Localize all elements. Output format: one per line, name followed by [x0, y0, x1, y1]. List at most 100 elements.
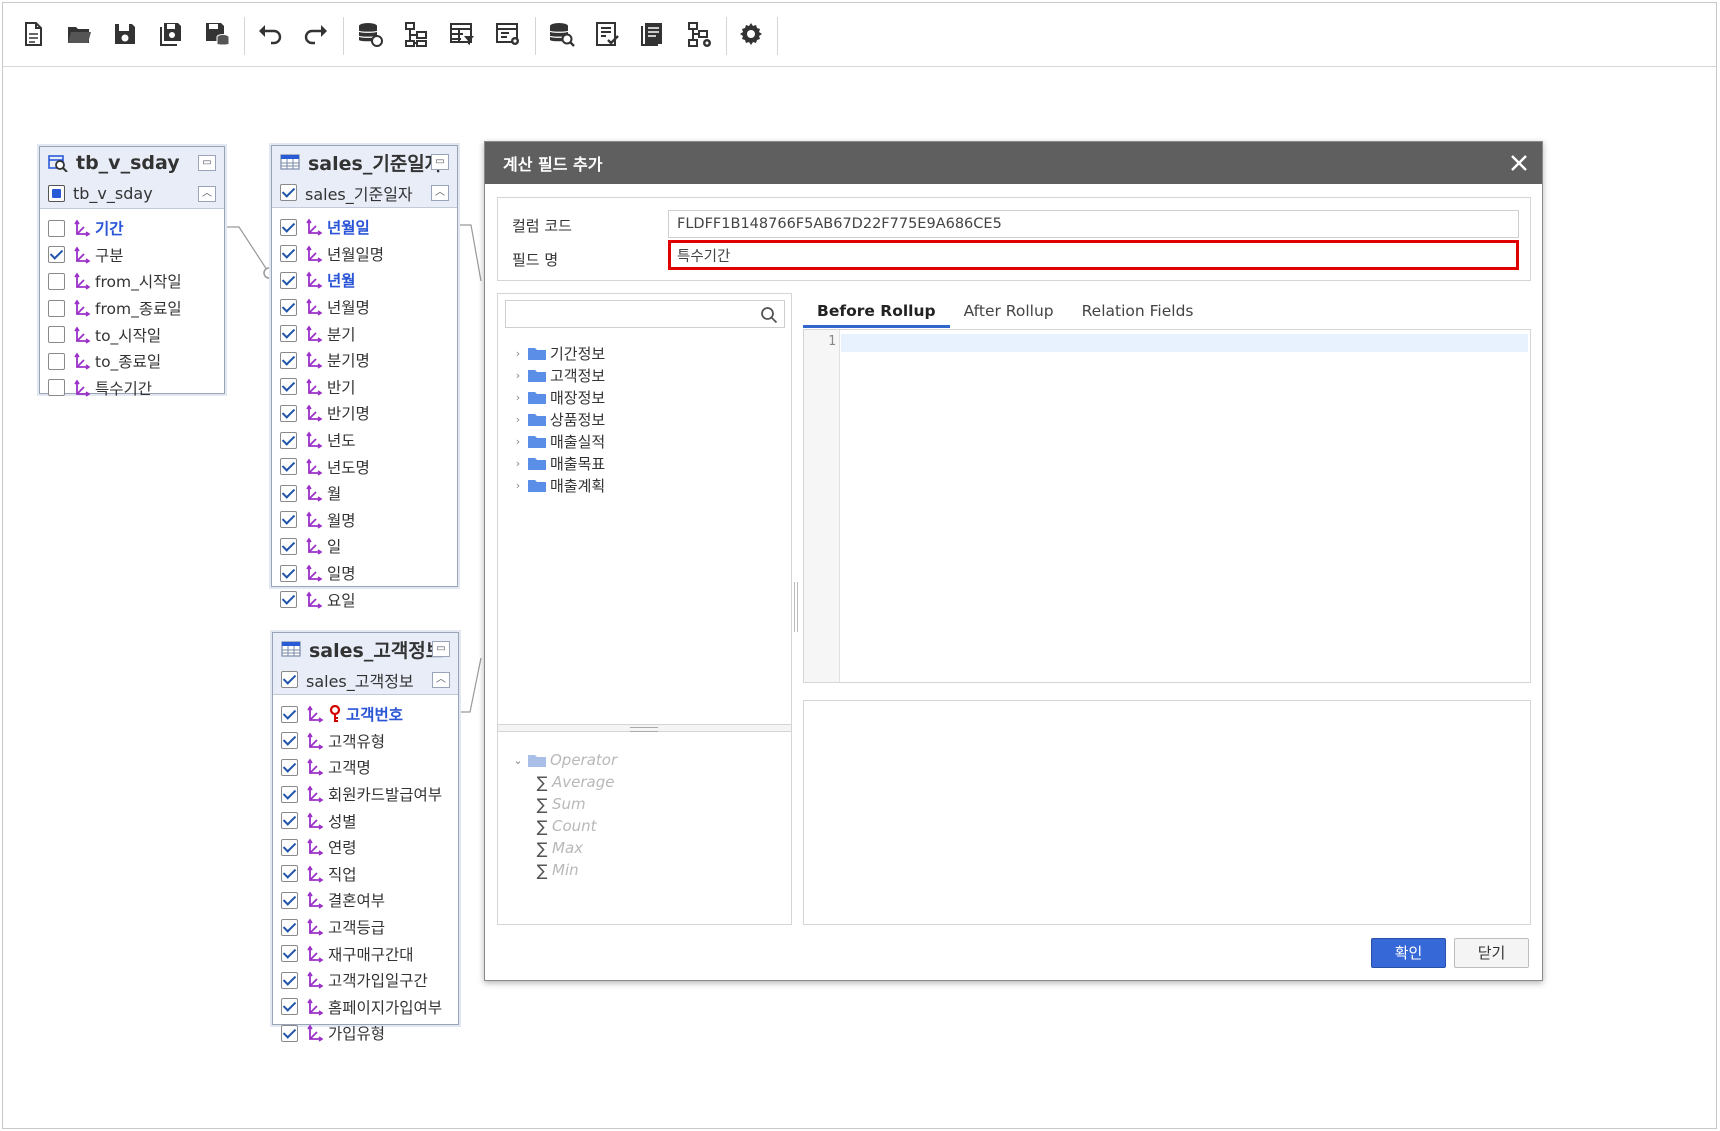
field-checkbox[interactable]	[280, 591, 297, 609]
field-row[interactable]: 일	[272, 533, 457, 560]
field-checkbox[interactable]	[281, 998, 298, 1016]
field-checkbox[interactable]	[280, 378, 297, 396]
field-row[interactable]: from_종료일	[40, 295, 224, 322]
field-row[interactable]: 재구매구간대	[273, 940, 458, 967]
field-row[interactable]: 년도	[272, 427, 457, 454]
field-row[interactable]: 연령	[273, 834, 458, 861]
field-checkbox[interactable]	[280, 298, 297, 316]
field-row[interactable]: to_종료일	[40, 348, 224, 375]
entity-header[interactable]: tb_v_sday ▭	[40, 147, 224, 179]
field-checkbox[interactable]	[48, 379, 65, 397]
operator-item[interactable]: ∑ Min	[512, 859, 617, 881]
field-checkbox[interactable]	[280, 351, 297, 369]
field-row[interactable]: 고객등급	[273, 914, 458, 941]
operator-item[interactable]: ∑ Average	[512, 771, 617, 793]
tab-relation-fields[interactable]: Relation Fields	[1068, 294, 1208, 328]
horizontal-splitter[interactable]	[498, 724, 791, 732]
field-row[interactable]: 년월	[272, 267, 457, 294]
entity-sales-date[interactable]: sales_기준일자 ▭ sales_기준일자 ︿ 년월일 년월일명 년월 년월명 분기…	[271, 145, 458, 610]
tab-after-rollup[interactable]: After Rollup	[950, 294, 1068, 328]
column-code-field[interactable]: FLDFF1B148766F5AB67D22F775E9A686CE5	[668, 210, 1519, 238]
field-row[interactable]: 요일	[272, 586, 457, 613]
tree-node[interactable]: › 매출실적	[512, 430, 605, 452]
field-row[interactable]: 일명	[272, 560, 457, 587]
chevron-down-icon[interactable]: ⌄	[512, 754, 524, 767]
field-row[interactable]: 분기명	[272, 347, 457, 374]
field-checkbox[interactable]	[280, 537, 297, 555]
field-row[interactable]: 결혼여부	[273, 887, 458, 914]
field-row[interactable]: 년월일	[272, 214, 457, 241]
tree-node[interactable]: › 상품정보	[512, 408, 605, 430]
select-all-checkbox[interactable]	[281, 671, 298, 688]
chevron-right-icon[interactable]: ›	[512, 347, 524, 360]
collapse-icon[interactable]: ▭	[432, 641, 450, 657]
field-checkbox[interactable]	[281, 705, 298, 723]
operator-item[interactable]: ∑ Max	[512, 837, 617, 859]
entity-header[interactable]: sales_기준일자 ▭	[272, 146, 457, 178]
field-checkbox[interactable]	[281, 838, 298, 856]
field-row[interactable]: 고객유형	[273, 728, 458, 755]
chevron-right-icon[interactable]: ›	[512, 391, 524, 404]
tree-node[interactable]: › 고객정보	[512, 364, 605, 386]
field-row[interactable]: 년도명	[272, 453, 457, 480]
field-checkbox[interactable]	[280, 458, 297, 476]
field-checkbox[interactable]	[280, 245, 297, 263]
field-checkbox[interactable]	[48, 326, 65, 344]
collapse-icon[interactable]: ▭	[431, 154, 449, 170]
chevron-up-icon[interactable]: ︿	[198, 186, 216, 202]
field-row[interactable]: from_시작일	[40, 268, 224, 295]
field-checkbox[interactable]	[48, 219, 65, 237]
ok-button[interactable]: 확인	[1371, 938, 1446, 968]
field-row[interactable]: 년월명	[272, 294, 457, 321]
select-all-checkbox[interactable]	[48, 185, 65, 202]
field-row[interactable]: 월	[272, 480, 457, 507]
search-input[interactable]	[505, 300, 785, 328]
chevron-up-icon[interactable]: ︿	[432, 672, 450, 688]
field-checkbox[interactable]	[281, 758, 298, 776]
search-icon[interactable]	[760, 306, 778, 324]
field-row[interactable]: 구분	[40, 242, 224, 269]
formula-editor[interactable]: 1	[803, 329, 1531, 683]
field-checkbox[interactable]	[280, 325, 297, 343]
tree-node[interactable]: › 매장정보	[512, 386, 605, 408]
dialog-header[interactable]: 계산 필드 추가	[485, 142, 1542, 184]
field-checkbox[interactable]	[48, 299, 65, 317]
field-checkbox[interactable]	[280, 404, 297, 422]
field-checkbox[interactable]	[281, 732, 298, 750]
field-checkbox[interactable]	[280, 484, 297, 502]
field-row[interactable]: 반기	[272, 374, 457, 401]
tree-node[interactable]: › 매출목표	[512, 452, 605, 474]
field-row[interactable]: 고객번호	[273, 701, 458, 728]
chevron-up-icon[interactable]: ︿	[431, 185, 449, 201]
entity-sales-customer[interactable]: sales_고객정보 ▭ sales_고객정보 ︿ 고객번호 고객유형 고객명 회원카…	[272, 632, 459, 1043]
operator-root[interactable]: ⌄ Operator	[512, 749, 617, 771]
field-row[interactable]: 분기	[272, 320, 457, 347]
field-name-input[interactable]: 특수기간	[668, 240, 1519, 270]
chevron-right-icon[interactable]: ›	[512, 479, 524, 492]
select-all-checkbox[interactable]	[280, 184, 297, 201]
close-button[interactable]: 닫기	[1454, 938, 1529, 968]
tab-before-rollup[interactable]: Before Rollup	[803, 294, 950, 328]
field-row[interactable]: 월명	[272, 507, 457, 534]
field-checkbox[interactable]	[281, 1024, 298, 1042]
field-checkbox[interactable]	[280, 431, 297, 449]
field-row[interactable]: 고객가입일구간	[273, 967, 458, 994]
field-row[interactable]: 가입유형	[273, 1020, 458, 1047]
field-row[interactable]: 년월일명	[272, 241, 457, 268]
field-checkbox[interactable]	[280, 271, 297, 289]
field-checkbox[interactable]	[280, 511, 297, 529]
operator-item[interactable]: ∑ Count	[512, 815, 617, 837]
field-checkbox[interactable]	[281, 945, 298, 963]
vertical-splitter[interactable]	[794, 582, 798, 632]
entity-tb-v-sday[interactable]: tb_v_sday ▭ tb_v_sday ︿ 기간 구분 from_시작일 from…	[39, 146, 225, 398]
close-icon[interactable]	[1508, 152, 1530, 174]
chevron-right-icon[interactable]: ›	[512, 435, 524, 448]
field-checkbox[interactable]	[281, 865, 298, 883]
collapse-icon[interactable]: ▭	[198, 155, 216, 171]
field-checkbox[interactable]	[280, 564, 297, 582]
field-checkbox[interactable]	[281, 812, 298, 830]
field-row[interactable]: 기간	[40, 215, 224, 242]
field-checkbox[interactable]	[281, 971, 298, 989]
field-row[interactable]: 회원카드발급여부	[273, 781, 458, 808]
tree-node[interactable]: › 매출계획	[512, 474, 605, 496]
